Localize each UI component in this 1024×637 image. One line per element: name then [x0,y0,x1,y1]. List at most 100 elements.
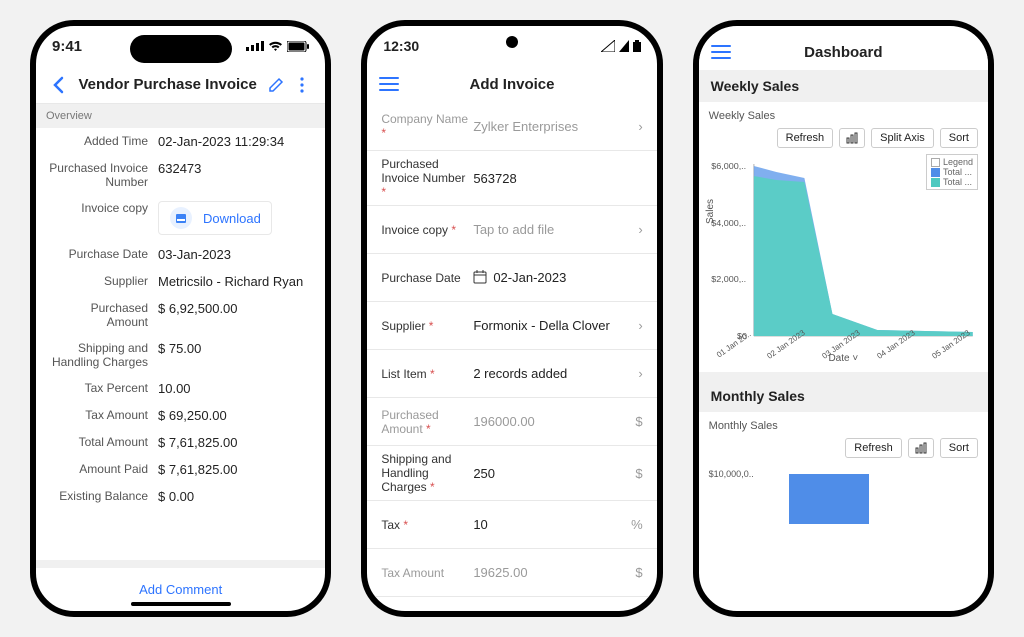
currency-unit: $ [627,414,643,429]
label-invoice-copy: Invoice copy * [381,223,473,237]
more-button[interactable] [289,72,315,98]
svg-text:$2,000,..: $2,000,.. [711,274,746,283]
label-list-item: List Item * [381,367,473,381]
download-label: Download [203,211,261,226]
chevron-right-icon: › [627,222,643,237]
home-indicator [131,602,231,606]
field-invoice-copy[interactable]: Tap to add file [473,222,626,237]
sort-button[interactable]: Sort [940,438,978,458]
value-shipping: $ 75.00 [158,341,313,356]
chevron-right-icon: › [627,119,643,134]
field-company[interactable]: Zylker Enterprises [473,119,626,134]
label-purchase-date: Purchase Date [381,271,473,285]
label-tax-amt: Tax Amount [48,408,158,422]
monthly-subtitle: Monthly Sales [709,420,978,432]
value-tax-pct: 10.00 [158,381,313,396]
field-purchase-date[interactable]: 02-Jan-2023 [473,270,626,285]
value-invoice-no: 632473 [158,161,313,176]
label-shipping: Shipping and Handling Charges * [381,452,473,494]
y-axis-label: Sales [705,199,716,224]
phone-invoice-detail: 9:41 Vendor Purchase Invoice [30,20,331,617]
split-axis-button[interactable]: Split Axis [871,128,934,148]
label-total: Total Amount [48,435,158,449]
chevron-right-icon: › [627,318,643,333]
status-icons [246,41,309,52]
field-supplier[interactable]: Formonix - Della Clover [473,318,626,333]
refresh-button[interactable]: Refresh [777,128,834,148]
form-body: Company Name * Zylker Enterprises › Purc… [367,102,656,611]
back-button[interactable] [46,72,72,98]
pencil-icon [268,77,284,93]
label-balance: Existing Balance [48,489,158,503]
status-time: 9:41 [52,38,82,55]
field-list-item[interactable]: 2 records added [473,366,626,381]
menu-button[interactable] [379,77,399,91]
sort-button[interactable]: Sort [940,128,978,148]
value-tax-amt: $ 69,250.00 [158,408,313,423]
currency-unit: $ [627,466,643,481]
label-added-time: Added Time [48,134,158,148]
page-title: Vendor Purchase Invoice [72,76,263,93]
value-supplier: Metricsilo - Richard Ryan [158,274,313,289]
value-balance: $ 0.00 [158,489,313,504]
field-invoice-no[interactable]: 563728 [473,171,626,186]
weekly-chart[interactable]: Legend Total ... Total ... Sales $6,000,… [709,154,978,344]
refresh-button[interactable]: Refresh [845,438,902,458]
bar [789,474,869,524]
status-time: 12:30 [383,38,419,54]
chevron-left-icon [52,76,66,94]
label-tax: Tax * [381,518,473,532]
label-invoice-copy: Invoice copy [48,201,158,215]
currency-unit: $ [627,565,643,580]
label-tax-amount: Tax Amount [381,566,473,580]
chart-options-button[interactable] [908,438,934,458]
monthly-pane: Monthly Sales Refresh Sort $10,000,0.. [699,412,988,532]
label-purchased-amount: Purchased Amount [48,301,158,329]
notch [130,35,232,63]
y-tick: $10,000,0.. [709,469,754,479]
svg-text:$6,000,..: $6,000,.. [711,161,746,170]
page-title: Add Invoice [399,76,624,93]
detail-header: Vendor Purchase Invoice [36,66,325,104]
dashboard-header: Dashboard [699,34,988,70]
overview-heading: Overview [36,104,325,128]
field-shipping[interactable]: 250 [473,466,626,481]
bar-chart-icon [846,132,858,144]
label-invoice-no: Purchased Invoice Number [48,161,158,189]
legend: Legend Total ... Total ... [926,154,978,190]
weekly-pane: Weekly Sales Refresh Split Axis Sort Leg… [699,102,988,372]
field-tax[interactable]: 10 [473,517,626,532]
download-button[interactable]: Download [158,201,272,235]
detail-body: Added Time02-Jan-2023 11:29:34 Purchased… [36,128,325,552]
menu-button[interactable] [711,45,731,59]
weekly-section-header: Weekly Sales [699,70,988,102]
value-purchase-date: 03-Jan-2023 [158,247,313,262]
phone-dashboard: Dashboard Weekly Sales Weekly Sales Refr… [693,20,994,617]
weekly-subtitle: Weekly Sales [709,110,978,122]
label-tax-pct: Tax Percent [48,381,158,395]
more-vertical-icon [300,77,304,93]
label-invoice-no: Purchased Invoice Number * [381,157,473,199]
label-purchased-amount: Purchased Amount * [381,408,473,436]
x-ticks: 01 Jan 20.. 02 Jan 2023 03 Jan 2023 04 J… [709,340,978,349]
value-purchased-amount: $ 6,92,500.00 [158,301,313,316]
form-header: Add Invoice [367,66,656,102]
monthly-section-header: Monthly Sales [699,380,988,412]
svg-text:$4,000,..: $4,000,.. [711,218,746,227]
value-paid: $ 7,61,825.00 [158,462,313,477]
label-supplier: Supplier * [381,319,473,333]
label-supplier: Supplier [48,274,158,288]
value-total: $ 7,61,825.00 [158,435,313,450]
edit-button[interactable] [263,72,289,98]
status-icons [601,40,641,52]
label-paid: Amount Paid [48,462,158,476]
page-title: Dashboard [731,44,956,61]
camera-hole [506,36,518,48]
field-tax-amount: 19625.00 [473,565,626,580]
chevron-right-icon: › [627,366,643,381]
monthly-chart[interactable]: $10,000,0.. [709,464,978,524]
label-company: Company Name * [381,112,473,140]
label-shipping: Shipping and Handling Charges [48,341,158,369]
chart-options-button[interactable] [839,128,865,148]
calendar-icon [473,270,487,284]
